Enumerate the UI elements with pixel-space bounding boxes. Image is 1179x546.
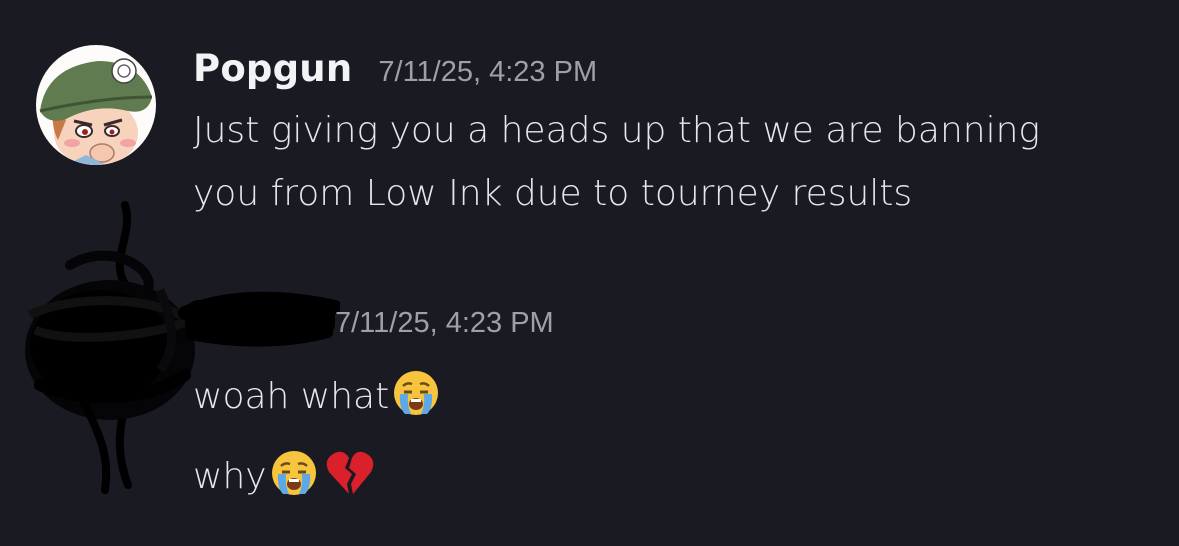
username[interactable]: Popgun bbox=[193, 47, 352, 90]
message-text-line: woah what bbox=[193, 368, 441, 425]
message-header: 7/11/25, 4:23 PM bbox=[335, 307, 554, 340]
message-header: Popgun 7/11/25, 4:23 PM bbox=[193, 47, 597, 90]
message-text-line: why bbox=[193, 448, 375, 505]
loudly-crying-face-icon bbox=[391, 368, 441, 425]
broken-heart-icon bbox=[325, 448, 375, 505]
user-avatar[interactable] bbox=[36, 45, 156, 165]
message-timestamp: 7/11/25, 4:23 PM bbox=[378, 56, 598, 88]
message-group-redacted: 7/11/25, 4:23 PM woah what why bbox=[0, 195, 1179, 515]
message-text: why bbox=[193, 456, 267, 497]
message-text-line: Just giving you a heads up that we are b… bbox=[193, 110, 1041, 151]
message-timestamp: 7/11/25, 4:23 PM bbox=[335, 307, 554, 339]
loudly-crying-face-icon bbox=[269, 448, 319, 505]
message-text: woah what bbox=[193, 376, 390, 417]
beret-character-avatar-icon bbox=[36, 45, 156, 165]
